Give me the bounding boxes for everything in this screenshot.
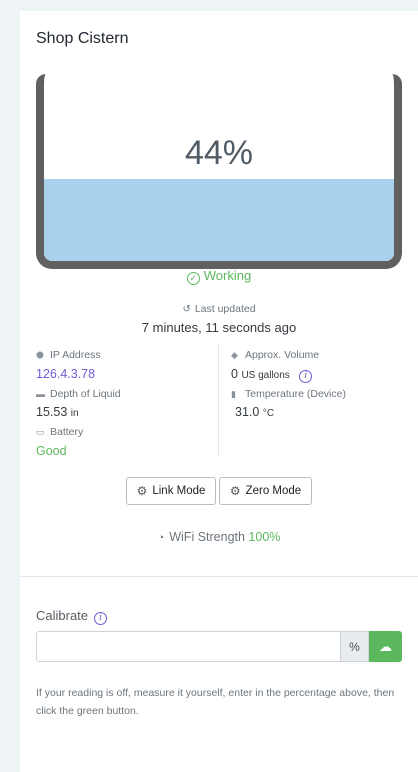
- battery-value: Good: [36, 444, 67, 458]
- cube-icon: ◆: [231, 350, 238, 360]
- card-title: Shop Cistern: [36, 30, 129, 47]
- last-updated-label: ↺ Last updated: [182, 303, 256, 315]
- ruler-icon: ▬: [36, 389, 45, 399]
- percent-addon: %: [340, 631, 369, 662]
- volume-value: 0 US gallons i: [231, 367, 313, 383]
- depth-label: ▬ Depth of Liquid: [36, 388, 121, 400]
- volume-label: ◆ Approx. Volume: [231, 349, 320, 361]
- wifi-strength: ◔ WiFi Strength 100%: [157, 530, 281, 544]
- link-mode-button[interactable]: ⚙ Link Mode: [126, 477, 216, 505]
- calibrate-help-text: If your reading is off, measure it yours…: [36, 687, 395, 717]
- cistern-card: Shop Cistern 44% ✓ Working ↺ Last updated …: [20, 11, 418, 772]
- thermometer-icon: ▮: [231, 389, 236, 399]
- tank-gauge: 44%: [36, 74, 402, 269]
- tag-icon: ⬢: [36, 350, 44, 360]
- info-icon[interactable]: i: [94, 612, 108, 625]
- check-circle-icon: ✓: [186, 272, 200, 285]
- status-indicator: ✓ Working: [20, 268, 418, 285]
- status-text: Working: [203, 268, 252, 283]
- calibrate-submit-button[interactable]: ☁: [369, 631, 402, 662]
- wifi-icon: ◔: [157, 532, 165, 544]
- gear-icon: ⚙: [136, 484, 148, 498]
- wifi-strength-value: 100%: [248, 530, 281, 544]
- depth-value: 15.53 in: [36, 405, 79, 419]
- calibrate-label: Calibrate i: [36, 608, 108, 625]
- tank-level-label: 44%: [184, 134, 254, 172]
- zero-mode-button[interactable]: ⚙ Zero Mode: [219, 477, 312, 505]
- tank-liquid-fill: [44, 178, 394, 261]
- calibrate-input[interactable]: [36, 631, 340, 662]
- gear-icon: ⚙: [229, 484, 241, 498]
- ip-address-value: 126.4.3.78: [36, 367, 96, 381]
- cloud-upload-icon: ☁: [379, 638, 392, 654]
- section-divider: [20, 576, 418, 577]
- ip-address-label: ⬢ IP Address: [36, 349, 101, 361]
- details-divider: [218, 344, 219, 457]
- last-updated-value: 7 minutes, 11 seconds ago: [141, 320, 297, 335]
- history-icon: ↺: [182, 304, 191, 315]
- temperature-label: ▮ Temperature (Device): [231, 388, 346, 400]
- temperature-value: 31.0 °C: [235, 405, 275, 419]
- battery-label: ▭ Battery: [36, 426, 84, 438]
- info-icon[interactable]: i: [299, 370, 313, 383]
- battery-icon: ▭: [36, 427, 45, 437]
